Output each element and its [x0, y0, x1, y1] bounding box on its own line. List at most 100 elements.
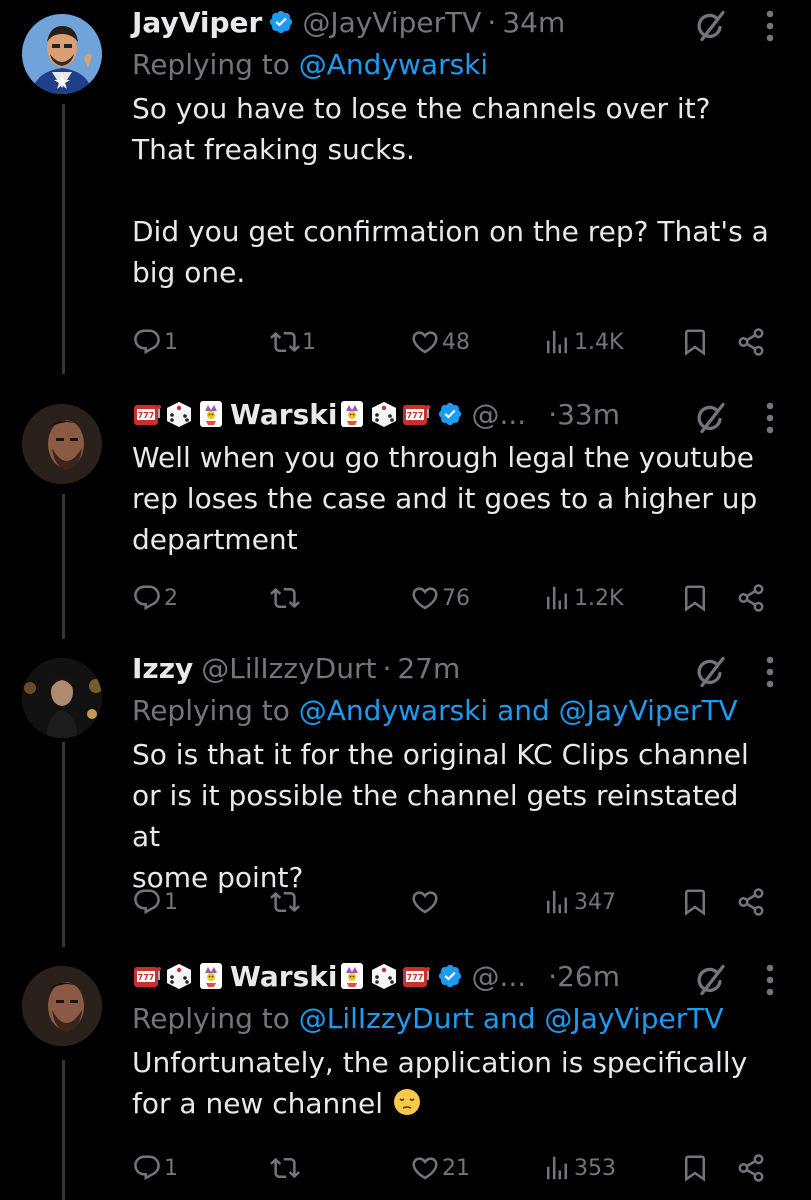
avatar[interactable] — [22, 966, 102, 1046]
joker-card-emoji — [337, 961, 367, 991]
thread-line — [62, 1060, 65, 1200]
like-button[interactable]: 48 — [410, 322, 470, 362]
reply-icon — [132, 1153, 162, 1183]
tweet-header: Warski @... · 33m — [132, 392, 771, 436]
bookmark-button[interactable] — [680, 578, 710, 618]
view-count: 1.4K — [574, 329, 624, 355]
timestamp[interactable]: 33m — [557, 398, 620, 431]
tweet-header: Izzy @LilIzzyDurt · 27m — [132, 646, 771, 690]
handle[interactable]: @LilIzzyDurt — [201, 652, 376, 685]
share-button[interactable] — [736, 322, 766, 362]
joker-card-emoji — [196, 961, 226, 991]
display-name[interactable]: Warski — [230, 960, 337, 993]
views-chart-icon — [542, 583, 572, 613]
game-die-emoji — [164, 961, 194, 991]
views-button[interactable]: 1.2K — [542, 578, 623, 618]
bookmark-button[interactable] — [680, 322, 710, 362]
separator-dot: · — [382, 651, 392, 685]
retweet-icon — [270, 1153, 300, 1183]
pensive-face-emoji — [392, 1087, 422, 1117]
reply-button[interactable]: 1 — [132, 322, 178, 362]
handle[interactable]: @... — [471, 398, 526, 431]
reply-button[interactable]: 1 — [132, 882, 178, 922]
game-die-emoji — [369, 961, 399, 991]
verified-badge-icon — [437, 401, 463, 427]
grok-icon[interactable] — [693, 962, 729, 998]
avatar[interactable] — [22, 14, 102, 94]
timestamp[interactable]: 27m — [397, 652, 460, 685]
avatar[interactable] — [22, 658, 102, 738]
views-button[interactable]: 353 — [542, 1148, 616, 1188]
more-dots-icon[interactable] — [765, 962, 775, 998]
retweet-button[interactable]: 1 — [270, 322, 316, 362]
reply-button[interactable]: 1 — [132, 1148, 178, 1188]
more-dots-icon[interactable] — [765, 400, 775, 436]
share-icon — [736, 887, 766, 917]
grok-icon[interactable] — [693, 400, 729, 436]
game-die-emoji — [164, 399, 194, 429]
verified-badge-icon — [268, 9, 294, 35]
reply-count: 1 — [164, 889, 178, 915]
display-name[interactable]: JayViper — [132, 6, 262, 39]
like-button[interactable] — [410, 882, 442, 922]
handle[interactable]: @JayViperTV — [302, 6, 481, 39]
share-button[interactable] — [736, 578, 766, 618]
like-button[interactable]: 76 — [410, 578, 470, 618]
replying-to-link[interactable]: @Andywarski and @JayViperTV — [299, 694, 738, 727]
separator-dot: · — [548, 959, 558, 993]
views-button[interactable]: 1.4K — [542, 322, 623, 362]
replying-to: Replying to @LilIzzyDurt and @JayViperTV — [132, 998, 771, 1040]
avatar-image — [22, 658, 102, 738]
heart-icon — [410, 583, 440, 613]
bookmark-button[interactable] — [680, 882, 710, 922]
joker-card-emoji — [337, 399, 367, 429]
share-button[interactable] — [736, 1148, 766, 1188]
share-icon — [736, 327, 766, 357]
bookmark-button[interactable] — [680, 1148, 710, 1188]
slot-machine-emoji — [132, 399, 162, 429]
display-name[interactable]: Warski — [230, 398, 337, 431]
retweet-button[interactable] — [270, 1148, 302, 1188]
timestamp[interactable]: 34m — [502, 6, 565, 39]
replying-to: Replying to @Andywarski and @JayViperTV — [132, 690, 771, 732]
verified-badge-icon — [437, 963, 463, 989]
share-button[interactable] — [736, 882, 766, 922]
display-name[interactable]: Izzy — [132, 652, 193, 685]
handle[interactable]: @... — [471, 960, 526, 993]
replying-to-label: Replying to — [132, 1002, 290, 1035]
retweet-count: 1 — [302, 329, 316, 355]
like-count: 21 — [442, 1155, 470, 1181]
avatar[interactable] — [22, 404, 102, 484]
reply-icon — [132, 583, 162, 613]
retweet-icon — [270, 583, 300, 613]
tweet-header: Warski @... · 26m — [132, 954, 771, 998]
heart-icon — [410, 1153, 440, 1183]
thread-line — [62, 104, 65, 374]
tweet-actions: 1 1 48 1.4K — [132, 322, 772, 362]
like-button[interactable]: 21 — [410, 1148, 470, 1188]
retweet-button[interactable] — [270, 578, 302, 618]
reply-count: 2 — [164, 585, 178, 611]
views-chart-icon — [542, 887, 572, 917]
views-button[interactable]: 347 — [542, 882, 616, 922]
tweet-text: Well when you go through legal the youtu… — [132, 441, 758, 556]
slot-machine-emoji — [132, 961, 162, 991]
tweet-actions: 1 347 — [132, 882, 772, 922]
reply-button[interactable]: 2 — [132, 578, 178, 618]
timestamp[interactable]: 26m — [557, 960, 620, 993]
replying-to-link[interactable]: @Andywarski — [299, 48, 488, 81]
replying-to-link[interactable]: @LilIzzyDurt and @JayViperTV — [299, 1002, 724, 1035]
view-count: 353 — [574, 1155, 616, 1181]
separator-dot: · — [548, 397, 558, 431]
more-dots-icon[interactable] — [765, 654, 775, 690]
retweet-icon — [270, 327, 300, 357]
joker-card-emoji — [196, 399, 226, 429]
bookmark-icon — [680, 1153, 710, 1183]
grok-icon[interactable] — [693, 654, 729, 690]
grok-icon[interactable] — [693, 8, 729, 44]
more-dots-icon[interactable] — [765, 8, 775, 44]
thread-line — [62, 742, 65, 947]
replying-to: Replying to @Andywarski — [132, 44, 771, 86]
bookmark-icon — [680, 583, 710, 613]
retweet-button[interactable] — [270, 882, 302, 922]
